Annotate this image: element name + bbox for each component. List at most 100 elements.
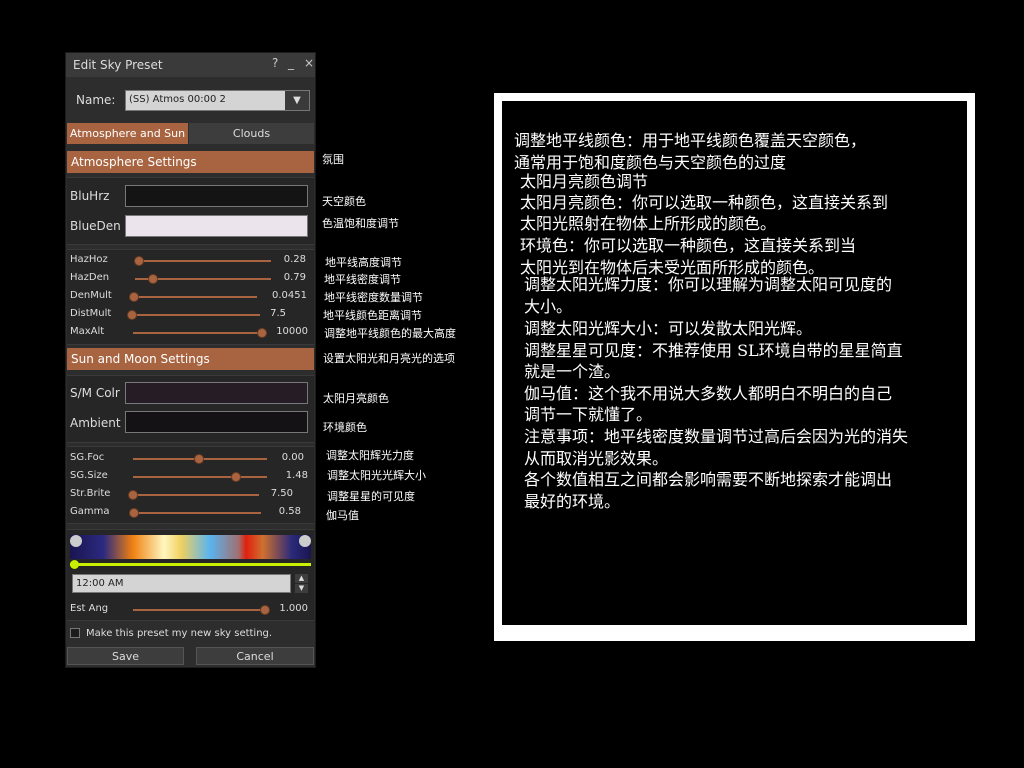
sm-colr-label: S/M Colr [70,386,120,400]
sg-size-slider-handle[interactable] [231,472,241,482]
name-label: Name: [76,93,116,107]
annotation-atmosphere: 氛围 [322,153,344,166]
annotation-sm-colr: 太阳月亮颜色 [323,392,389,405]
max-alt-value: 10000 [276,326,308,337]
preset-name-combo[interactable]: (SS) Atmos 00:00 2 ▼ [125,90,310,111]
annotation-gamma: 伽马值 [326,509,359,522]
blu-hrz-swatch[interactable] [125,185,308,207]
sun-and-moon-settings-header: Sun and Moon Settings [67,348,314,370]
haz-den-label: HazDen [70,272,110,283]
str-brite-slider-track[interactable] [129,494,259,496]
gamma-slider-track[interactable] [131,512,261,514]
close-icon[interactable]: × [304,56,314,70]
annotation-str-brite: 调整星星的可见度 [327,490,415,503]
gamma-value: 0.58 [278,506,301,517]
haz-den-value: 0.79 [283,272,306,283]
note-line: 太阳光照射在物体上所形成的颜色。 [520,214,777,233]
time-value: 12:00 AM [76,578,124,589]
make-default-label: Make this preset my new sky setting. [86,628,273,639]
haz-hoz-value: 0.28 [283,254,306,265]
sg-foc-value: 0.00 [281,452,304,463]
note-line: 大小。 [524,297,573,316]
ambient-label: Ambient [70,416,121,430]
note-line: 调整太阳光辉大小：可以发散太阳光辉。 [524,319,813,338]
dist-mult-slider-handle[interactable] [127,310,137,320]
spin-up-icon[interactable]: ▲ [295,574,308,583]
note-line: 调整太阳光辉力度：你可以理解为调整太阳可见度的 [524,275,893,294]
sg-size-slider-track[interactable] [133,476,267,478]
dist-mult-slider-track[interactable] [129,314,260,316]
sg-foc-label: SG.Foc [70,452,105,463]
est-ang-label: Est Ang [70,603,109,614]
note-line: 就是一个渣。 [524,362,621,381]
annotation-den-mult: 地平线密度数量调节 [324,291,423,304]
blue-den-label: BlueDen [70,219,121,233]
spin-down-icon[interactable]: ▼ [295,584,308,593]
annotation-ambient: 环境颜色 [323,421,367,434]
note-line: 环境色：你可以选取一种颜色，这直接关系到当 [520,236,857,255]
make-default-checkbox[interactable] [70,628,80,638]
title-bar[interactable]: Edit Sky Preset ? _ × [66,53,315,77]
moon-icon [299,535,311,547]
gamma-label: Gamma [70,506,110,517]
note-line: 调整地平线颜色：用于地平线颜色覆盖天空颜色， [514,131,867,150]
max-alt-slider-track[interactable] [133,332,267,334]
est-ang-slider-track[interactable] [133,609,267,611]
chevron-down-icon[interactable]: ▼ [285,91,309,110]
day-cycle-track[interactable] [70,563,311,566]
est-ang-value: 1.000 [279,603,308,614]
tab-clouds[interactable]: Clouds [189,123,314,144]
annotation-sg-foc: 调整太阳辉光力度 [326,449,414,462]
sm-colr-swatch[interactable] [125,382,308,404]
annotation-sun-moon: 设置太阳光和月亮光的选项 [323,352,455,365]
note-line: 最好的环境。 [524,492,621,511]
day-cycle-handle[interactable] [70,560,79,569]
sun-position-preview [70,535,311,559]
den-mult-label: DenMult [70,290,112,301]
sg-size-label: SG.Size [70,470,108,481]
edit-sky-preset-window: Edit Sky Preset ? _ × Name: (SS) Atmos 0… [65,52,316,668]
help-icon[interactable]: ? [272,56,278,70]
max-alt-slider-handle[interactable] [257,328,267,338]
haz-hoz-slider-handle[interactable] [134,256,144,266]
dist-mult-label: DistMult [70,308,112,319]
annotation-sg-size: 调整太阳光光辉大小 [327,469,426,482]
gamma-slider-handle[interactable] [129,508,139,518]
preset-name-value: (SS) Atmos 00:00 2 [129,94,226,105]
minimize-icon[interactable]: _ [288,56,294,70]
time-field[interactable]: 12:00 AM [72,574,291,593]
annotation-dist-mult: 地平线颜色距离调节 [323,309,422,322]
haz-hoz-label: HazHoz [70,254,108,265]
cancel-button[interactable]: Cancel [196,647,314,665]
note-line: 注意事项：地平线密度数量调节过高后会因为光的消失 [524,427,909,446]
moon-icon [70,535,82,547]
haz-hoz-slider-track[interactable] [135,260,271,262]
str-brite-value: 7.50 [270,488,293,499]
atmosphere-settings-header: Atmosphere Settings [67,151,314,173]
str-brite-label: Str.Brite [70,488,111,499]
notes-box: 调整地平线颜色：用于地平线颜色覆盖天空颜色， 通常用于饱和度颜色与天空颜色的过度… [494,93,975,641]
blu-hrz-label: BluHrz [70,189,110,203]
annotation-blue-den: 色温饱和度调节 [322,217,399,230]
annotation-haz-den: 地平线密度调节 [324,273,401,286]
notes-content: 调整地平线颜色：用于地平线颜色覆盖天空颜色， 通常用于饱和度颜色与天空颜色的过度… [502,101,967,625]
annotation-max-alt: 调整地平线颜色的最大高度 [324,327,456,340]
note-line: 各个数值相互之间都会影响需要不断地探索才能调出 [524,470,893,489]
dist-mult-value: 7.5 [270,308,286,319]
haz-den-slider-handle[interactable] [148,274,158,284]
sg-size-value: 1.48 [285,470,308,481]
annotation-blu-hrz: 天空颜色 [322,195,366,208]
den-mult-slider-track[interactable] [130,296,257,298]
tab-atmosphere-and-sun[interactable]: Atmosphere and Sun [67,123,188,144]
annotation-haz-hoz: 地平线高度调节 [325,256,402,269]
str-brite-slider-handle[interactable] [128,490,138,500]
ambient-swatch[interactable] [125,411,308,433]
save-button[interactable]: Save [67,647,184,665]
den-mult-slider-handle[interactable] [129,292,139,302]
blue-den-swatch[interactable] [125,215,308,237]
max-alt-label: MaxAlt [70,326,105,337]
note-line: 调节一下就懂了。 [524,405,653,424]
sg-foc-slider-handle[interactable] [194,454,204,464]
den-mult-value: 0.0451 [272,290,307,301]
window-title: Edit Sky Preset [73,58,163,72]
